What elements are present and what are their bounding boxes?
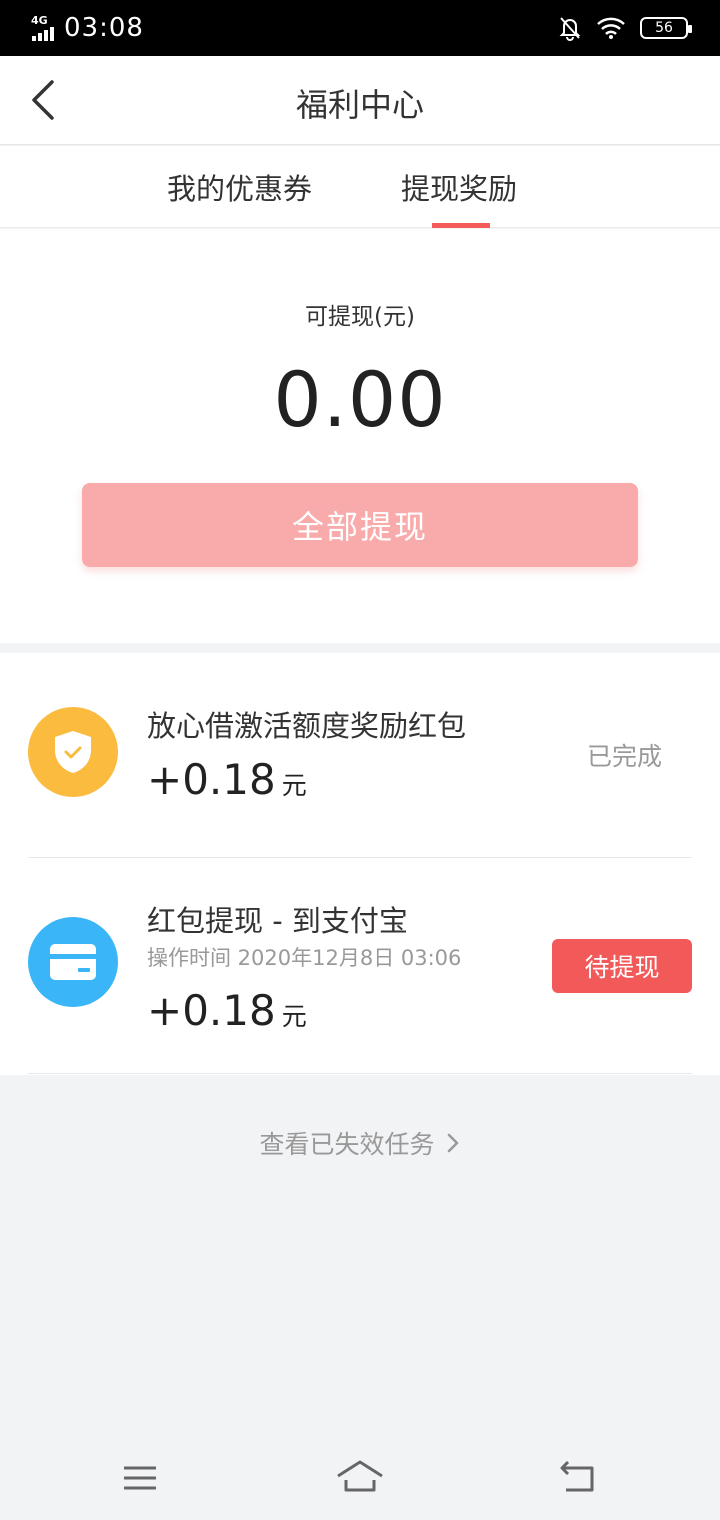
reward-amount: +0.18 元: [147, 986, 307, 1035]
withdrawable-label: 可提现(元): [305, 304, 415, 330]
balance-section: 可提现(元) 0.00 全部提现: [0, 229, 720, 643]
divider: [28, 1073, 692, 1074]
home-icon[interactable]: [336, 1458, 384, 1498]
shield-check-icon: [28, 707, 118, 797]
battery-level: 56: [655, 20, 673, 36]
wifi-icon: [597, 17, 625, 39]
cellular-signal-icon: 4G: [30, 15, 58, 41]
withdrawable-amount: 0.00: [273, 355, 447, 444]
back-nav-icon[interactable]: [558, 1458, 598, 1498]
card-icon: [28, 917, 118, 1007]
status-bar: 4G 03:08 56: [0, 0, 720, 56]
status-time: 03:08: [64, 13, 144, 43]
navigation-bar: 福利中心: [0, 56, 720, 145]
page-title: 福利中心: [295, 86, 424, 124]
view-expired-tasks-link[interactable]: 查看已失效任务: [0, 1125, 720, 1161]
status-completed: 已完成: [586, 742, 662, 771]
network-type: 4G: [31, 14, 48, 27]
active-tab-indicator: [432, 223, 490, 228]
reward-amount: +0.18 元: [147, 755, 307, 804]
reward-list: 放心借激活额度奖励红包 +0.18 元 已完成 红包提现 - 到支付宝 操作时间 …: [0, 653, 720, 1075]
withdraw-all-button[interactable]: 全部提现: [82, 483, 638, 567]
menu-icon[interactable]: [120, 1458, 160, 1498]
expired-link-label: 查看已失效任务: [259, 1130, 435, 1159]
reward-title: 红包提现 - 到支付宝: [147, 904, 408, 938]
operation-time: 操作时间 2020年12月8日 03:06: [147, 946, 462, 970]
chevron-right-icon: [447, 1133, 458, 1153]
system-nav-bar: [0, 1434, 720, 1520]
tab-bar: 我的优惠券 提现奖励: [0, 146, 720, 228]
tab-my-coupons[interactable]: 我的优惠券: [167, 166, 312, 208]
list-item: 红包提现 - 到支付宝 操作时间 2020年12月8日 03:06 +0.18 元…: [0, 858, 720, 1074]
mute-bell-icon: [559, 17, 581, 41]
reward-title: 放心借激活额度奖励红包: [147, 709, 467, 743]
tab-withdraw-rewards[interactable]: 提现奖励: [401, 166, 517, 208]
list-item: 放心借激活额度奖励红包 +0.18 元 已完成: [0, 653, 720, 857]
battery-icon: 56: [640, 17, 692, 39]
pending-withdraw-button[interactable]: 待提现: [552, 939, 692, 993]
